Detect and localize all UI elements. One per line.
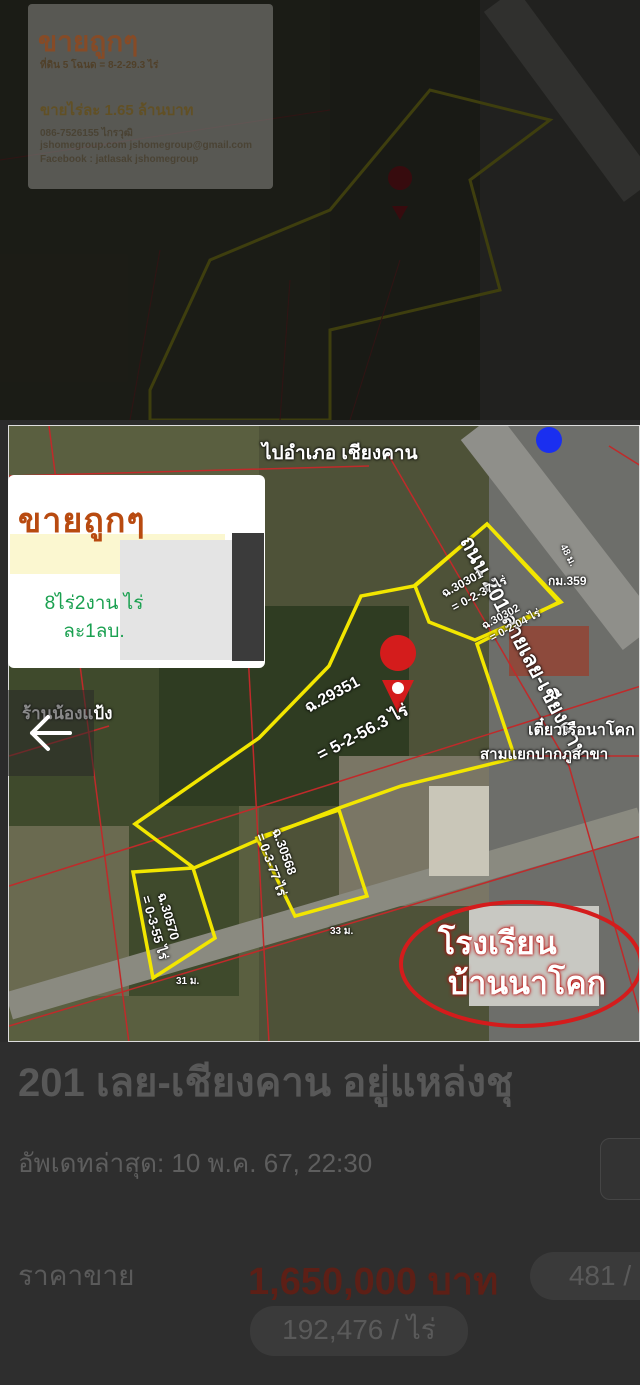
- blurred-area: [232, 533, 264, 661]
- junction-label: สามแยกปากภูสาขา: [480, 746, 609, 763]
- boat-noodle-label: เตี๋ยวเรือนาโคก: [528, 722, 635, 739]
- price-per-rai-badge: 192,476 / ไร่: [250, 1306, 468, 1356]
- arrow-left-icon: [30, 715, 72, 751]
- background-card-line: Facebook : jatlasak jshomegroup: [40, 154, 199, 165]
- price-per-sqm-badge: 481 /: [530, 1252, 640, 1300]
- back-button[interactable]: [8, 690, 94, 776]
- background-card-line: 086-7526155 ไกรวุฒิ: [40, 128, 133, 139]
- listing-title: 201 เลย-เชียงคาน อยู่แหล่งชุ: [18, 1061, 514, 1105]
- side-action-button[interactable]: [600, 1138, 640, 1200]
- width-33-label: 33 ม.: [330, 926, 354, 937]
- background-card-line: jshomegroup.com jshomegroup@gmail.com: [40, 140, 252, 151]
- background-card-line: ขายไร่ละ 1.65 ล้านบาท: [40, 102, 194, 119]
- sale-card-note: 8ไร่2งาน ไร่ละ1ลบ.: [44, 593, 144, 642]
- last-updated: อัพเดทล่าสุด: 10 พ.ค. 67, 22:30: [18, 1148, 373, 1178]
- direction-label: ไปอำเภอ เชียงคาน: [262, 443, 418, 464]
- km-marker: กม.359: [548, 574, 587, 588]
- sale-card-title: ขายถูกๆ: [18, 501, 146, 541]
- price-value: 1,650,000 บาท: [248, 1261, 499, 1303]
- width-31-label: 31 ม.: [176, 976, 200, 987]
- background-map: ขายถูกๆ ที่ดิน 5 โฉนด = 8-2-29.3 ไร่ ขาย…: [0, 0, 640, 420]
- background-card-line: ที่ดิน 5 โฉนด = 8-2-29.3 ไร่: [40, 60, 159, 71]
- school-label-line2: บ้านนาโคก: [448, 965, 606, 1001]
- price-label: ราคาขาย: [18, 1260, 135, 1291]
